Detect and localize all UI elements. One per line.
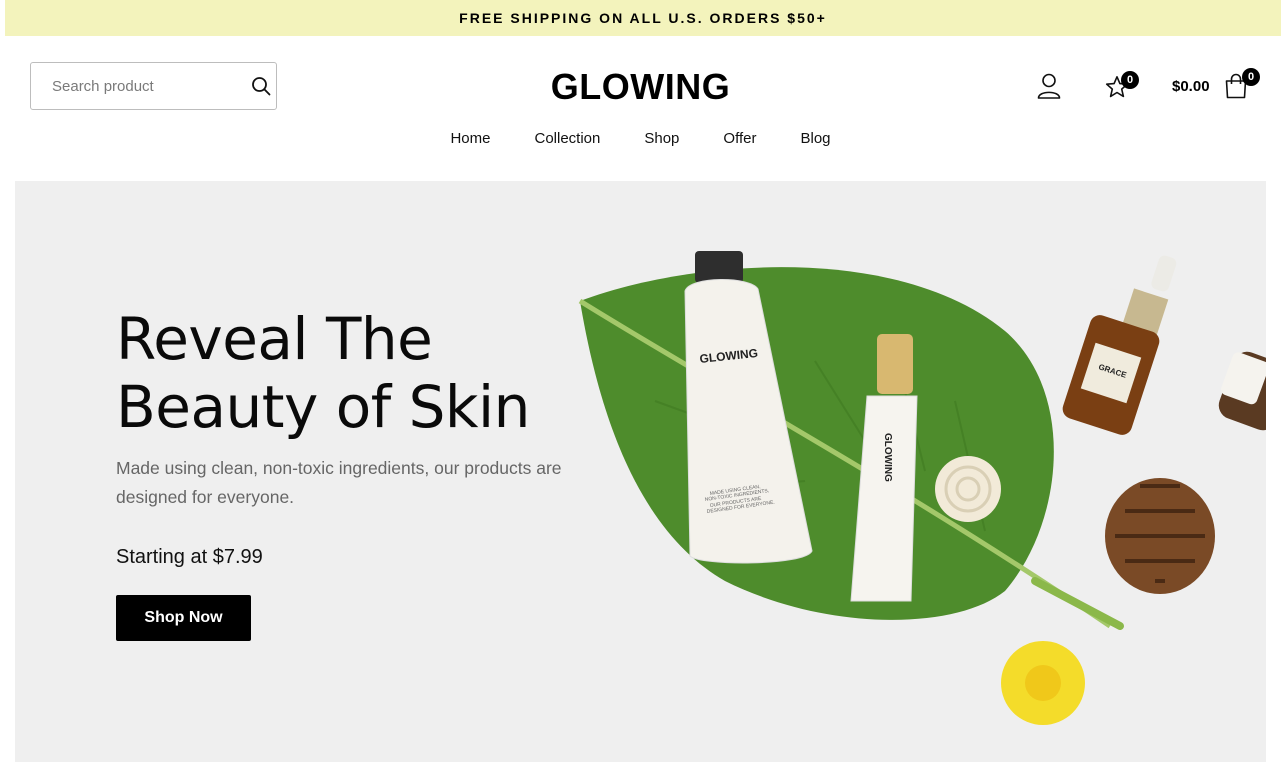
jar-illustration bbox=[1218, 351, 1266, 431]
nav-home[interactable]: Home bbox=[428, 130, 512, 147]
hero-description: Made using clean, non-toxic ingredients,… bbox=[116, 458, 562, 507]
announcement-bar: FREE SHIPPING ON ALL U.S. ORDERS $50+ bbox=[5, 0, 1281, 36]
shop-now-button[interactable]: Shop Now bbox=[116, 595, 251, 641]
pine-cone-illustration bbox=[1105, 478, 1215, 594]
tube-label-2: GLOWING bbox=[882, 433, 893, 482]
hero-title-line-1: Reveal The bbox=[116, 305, 433, 373]
cart-total[interactable]: $0.00 bbox=[1172, 78, 1210, 95]
wishlist-count-badge: 0 bbox=[1121, 71, 1139, 89]
nav-offer[interactable]: Offer bbox=[701, 130, 778, 147]
nav-shop[interactable]: Shop bbox=[622, 130, 701, 147]
leaf-illustration bbox=[578, 267, 1124, 630]
user-icon bbox=[1037, 73, 1061, 99]
search-input[interactable] bbox=[52, 77, 251, 95]
site-logo[interactable]: GLOWING bbox=[551, 66, 730, 107]
yellow-flower-illustration bbox=[1001, 641, 1085, 725]
announcement-text: FREE SHIPPING ON ALL U.S. ORDERS $50+ bbox=[459, 10, 827, 26]
hero-product-image: GLOWING MADE USING CLEAN, NON-TOXIC INGR… bbox=[578, 251, 1266, 725]
hero-title-line-2: Beauty of Skin bbox=[116, 373, 530, 441]
cart-button[interactable]: 0 bbox=[1223, 68, 1260, 100]
wishlist-button[interactable]: 0 bbox=[1104, 71, 1139, 100]
search-box[interactable] bbox=[30, 62, 277, 110]
header-actions: 0 $0.00 0 bbox=[1030, 68, 1270, 108]
nav-collection[interactable]: Collection bbox=[512, 130, 622, 147]
white-flower-illustration bbox=[935, 456, 1001, 522]
nav-blog[interactable]: Blog bbox=[778, 130, 852, 147]
serum-bottle-illustration: GRACE bbox=[1062, 255, 1177, 435]
cart-count-badge: 0 bbox=[1242, 68, 1260, 86]
main-nav: Home Collection Shop Offer Blog bbox=[0, 130, 1281, 147]
hero-title: Reveal The Beauty of Skin bbox=[116, 305, 576, 441]
search-icon[interactable] bbox=[251, 75, 271, 97]
hero-starting-price: Starting at $7.99 bbox=[116, 546, 263, 568]
account-button[interactable] bbox=[1036, 72, 1062, 100]
hero-banner: Reveal The Beauty of Skin Made using cle… bbox=[15, 181, 1266, 762]
